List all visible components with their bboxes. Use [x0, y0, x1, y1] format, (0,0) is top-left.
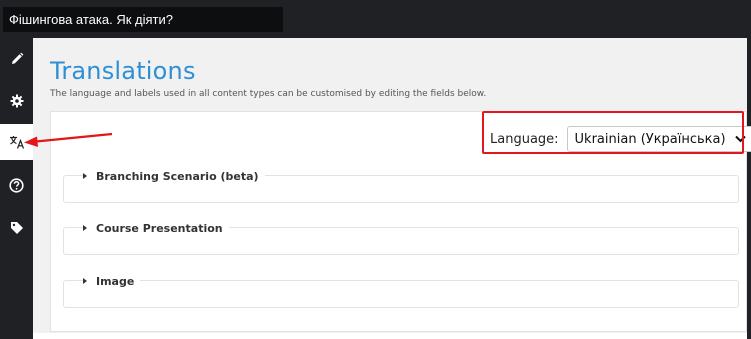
bottom-strip: [33, 333, 747, 339]
group-image: [63, 280, 739, 308]
sidebar: [0, 38, 33, 339]
sidebar-item-help[interactable]: [0, 167, 33, 203]
gear-icon: [10, 94, 23, 108]
annotation-arrow: [24, 132, 113, 147]
language-highlight-box: [482, 111, 744, 154]
expand-triangle-icon: [83, 173, 87, 179]
pencil-icon: [11, 52, 23, 64]
group-label: Image: [96, 274, 135, 288]
group-label: Branching Scenario (beta): [96, 169, 259, 183]
sidebar-item-tags[interactable]: [0, 210, 33, 246]
content-title-input[interactable]: Фішингова атака. Як діяти?: [3, 7, 283, 32]
group-toggle-image[interactable]: Image: [83, 274, 141, 288]
top-bar: Фішингова атака. Як діяти?: [0, 0, 751, 38]
sidebar-item-edit[interactable]: [0, 41, 33, 77]
group-toggle-branching-scenario[interactable]: Branching Scenario (beta): [83, 169, 265, 183]
group-label: Course Presentation: [96, 221, 223, 235]
group-toggle-course-presentation[interactable]: Course Presentation: [83, 221, 229, 235]
right-edge: [747, 38, 751, 339]
page-description: The language and labels used in all cont…: [50, 89, 487, 99]
page-title: Translations: [50, 57, 196, 85]
sidebar-item-settings[interactable]: [0, 83, 33, 119]
tag-icon: [10, 222, 23, 234]
question-circle-icon: [9, 177, 24, 193]
expand-triangle-icon: [83, 225, 87, 231]
expand-triangle-icon: [83, 278, 87, 284]
